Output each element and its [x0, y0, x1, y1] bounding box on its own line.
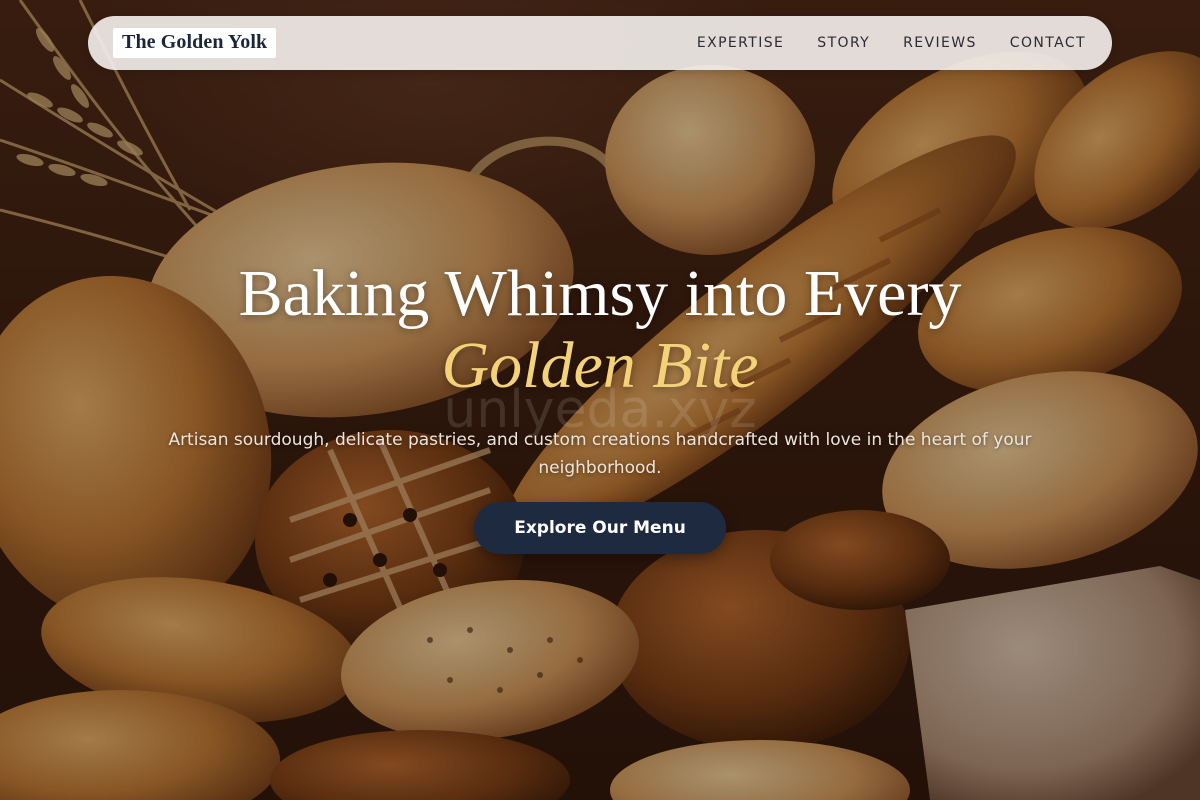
hero-section: Baking Whimsy into Every Golden Bite Art… [0, 258, 1200, 554]
brand-logo[interactable]: The Golden Yolk [113, 28, 277, 58]
nav-link-contact[interactable]: CONTACT [1010, 35, 1086, 51]
nav-link-story[interactable]: STORY [817, 35, 870, 51]
top-navigation-bar: The Golden Yolk EXPERTISE STORY REVIEWS … [88, 16, 1112, 70]
hero-subtitle: Artisan sourdough, delicate pastries, an… [168, 430, 1032, 478]
nav-link-reviews[interactable]: REVIEWS [903, 35, 977, 51]
hero-headline: Baking Whimsy into Every Golden Bite [0, 258, 1200, 402]
hero-headline-line1: Baking Whimsy into Every [238, 257, 962, 330]
hero-headline-accent: Golden Bite [441, 329, 759, 402]
explore-menu-button[interactable]: Explore Our Menu [474, 502, 726, 554]
nav-links: EXPERTISE STORY REVIEWS CONTACT [697, 35, 1086, 51]
nav-link-expertise[interactable]: EXPERTISE [697, 35, 784, 51]
